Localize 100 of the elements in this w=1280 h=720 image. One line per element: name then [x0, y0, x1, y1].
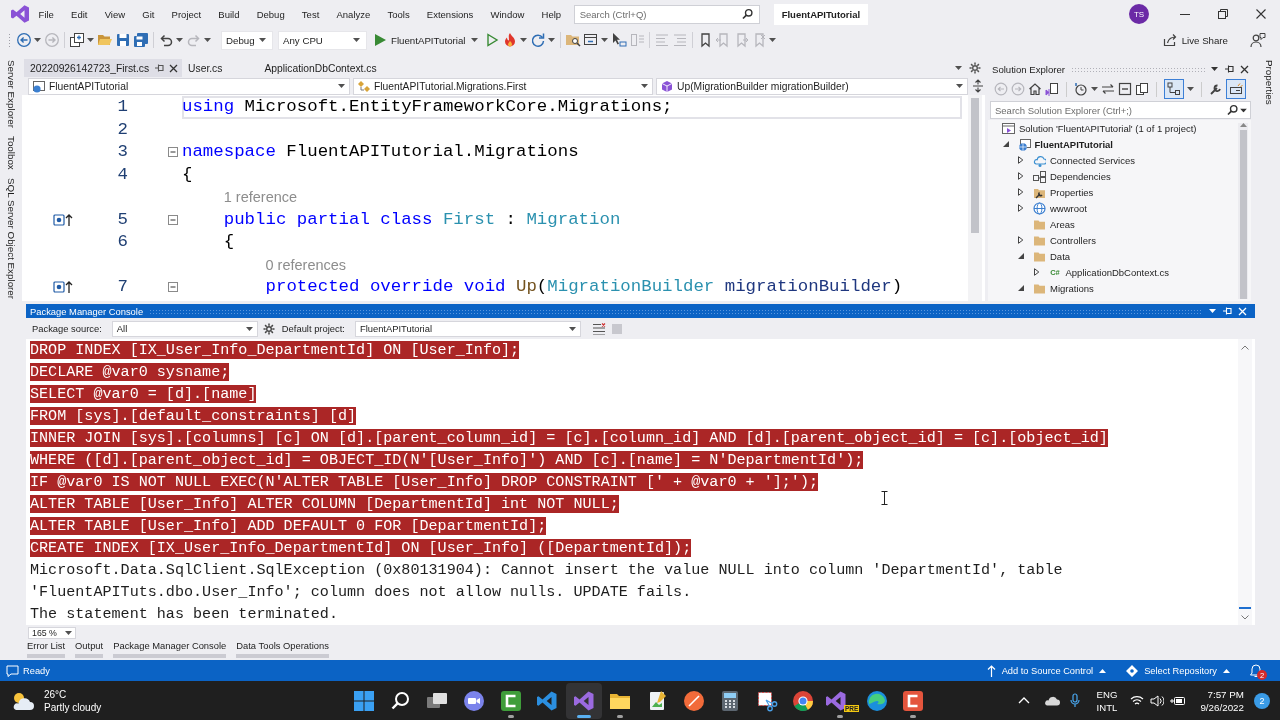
weather-condition[interactable]: Partly cloudy [44, 700, 102, 714]
weather-temperature[interactable]: 26°C [44, 687, 102, 701]
collapsed-arrow-icon[interactable] [1017, 156, 1025, 164]
tree-item[interactable]: ApplicationDbContext.cs [1065, 266, 1169, 278]
tree-item[interactable]: Areas [1050, 218, 1075, 230]
tree-item[interactable]: Connected Services [1050, 154, 1136, 166]
tool-window-tab[interactable]: Properties [1263, 60, 1275, 105]
start-button[interactable]: FluentAPITutorial [372, 30, 484, 50]
person-speech-icon[interactable] [1250, 32, 1266, 48]
caret-icon[interactable] [601, 38, 609, 42]
menu-item[interactable]: Git [133, 5, 163, 23]
clock-time[interactable]: 7:57 PM [1207, 687, 1244, 701]
menu-item[interactable]: File [30, 5, 63, 23]
caret-icon[interactable] [1091, 87, 1098, 91]
ribbon-icon[interactable] [825, 689, 847, 712]
codelens-link[interactable]: 0 references [265, 255, 347, 274]
add-to-source-control-button[interactable]: Add to Source Control [986, 664, 1107, 677]
caret-icon[interactable] [204, 38, 211, 42]
account-avatar[interactable]: TS [1129, 4, 1149, 24]
toggle-button[interactable] [1164, 79, 1184, 99]
scrollbar[interactable] [1238, 339, 1252, 625]
tree-item[interactable]: Dependencies [1050, 170, 1111, 182]
box-up-arrow-icon[interactable] [53, 212, 73, 227]
up-chevron-icon[interactable] [1241, 345, 1249, 350]
caret-icon[interactable] [176, 38, 183, 42]
collapse-icon[interactable] [168, 147, 178, 158]
tricolor-ring-icon[interactable] [792, 689, 815, 712]
copy-icon[interactable] [1135, 82, 1149, 96]
tree-item[interactable]: wwwroot [1050, 202, 1087, 214]
close-icon[interactable] [1240, 64, 1249, 74]
close-icon[interactable] [169, 63, 179, 73]
navigation-dropdown[interactable]: FluentAPITutorial.Migrations.First [353, 77, 653, 95]
platform-dropdown[interactable]: Any CPU [278, 30, 367, 50]
tree-item[interactable]: FluentAPITutorial [1034, 138, 1113, 150]
pointer-icon[interactable] [611, 32, 628, 48]
menu-item[interactable]: Tools [378, 5, 419, 23]
menu-item[interactable]: Build [209, 5, 249, 23]
tree-item[interactable]: Migrations [1050, 282, 1094, 294]
slashed-circle-icon[interactable] [682, 689, 705, 712]
scrollbar-thumb[interactable] [1239, 130, 1247, 299]
menu-item[interactable]: Window [481, 5, 533, 23]
scrollbar[interactable] [1238, 123, 1248, 299]
clear-console-icon[interactable] [591, 322, 606, 335]
home-icon[interactable] [1028, 82, 1042, 96]
window-icon[interactable] [583, 32, 600, 48]
pin-icon[interactable] [154, 63, 165, 73]
expanded-arrow-icon[interactable] [1017, 284, 1025, 292]
default-project-dropdown[interactable]: FluentAPITutorial [354, 320, 581, 337]
navigation-dropdown[interactable]: Up(MigrationBuilder migrationBuilder) [656, 77, 968, 95]
collapsed-arrow-icon[interactable] [1017, 188, 1025, 196]
menu-item[interactable]: View [96, 5, 134, 23]
tree-item[interactable]: Properties [1050, 186, 1094, 198]
undo-icon[interactable] [158, 32, 174, 48]
search-icon[interactable] [389, 689, 412, 712]
up-arrow-icon[interactable] [1239, 123, 1247, 127]
caret-icon[interactable] [520, 38, 528, 42]
document-tab[interactable]: 20220926142723_First.cs [24, 59, 183, 77]
page-switch-icon[interactable] [1045, 82, 1059, 96]
tree-item[interactable]: Data [1050, 250, 1071, 262]
bracket-tile-icon[interactable] [902, 689, 925, 712]
caret-icon[interactable] [87, 38, 94, 42]
language-indicator[interactable]: ENG [1096, 687, 1118, 701]
caret-icon[interactable] [1211, 67, 1218, 71]
keyboard-layout-indicator[interactable]: INTL [1096, 700, 1118, 714]
caret-icon[interactable] [548, 38, 556, 42]
tree-item[interactable]: Solution 'FluentAPITutorial' (1 of 1 project) [1019, 122, 1197, 134]
menu-item[interactable]: Extensions [418, 5, 482, 23]
search-field[interactable]: Search (Ctrl+Q) [573, 4, 760, 24]
select-repository-button[interactable]: Select Repository [1126, 664, 1230, 677]
wrench-icon[interactable] [1209, 82, 1223, 96]
pin-icon[interactable] [1224, 64, 1234, 74]
caret-icon[interactable] [955, 66, 962, 70]
microphone-icon[interactable] [1069, 693, 1080, 708]
box-up-arrow-icon[interactable] [53, 280, 73, 295]
sync-arrows-icon[interactable] [1101, 82, 1115, 96]
message-icon[interactable] [6, 664, 19, 677]
expanded-arrow-icon[interactable] [1017, 252, 1025, 260]
scissors-sheet-icon[interactable] [755, 689, 778, 712]
search-field[interactable]: Search Solution Explorer (Ctrl+;) [990, 101, 1251, 119]
caret-icon[interactable] [769, 38, 777, 42]
collapsed-arrow-icon[interactable] [1017, 172, 1025, 180]
back-icon[interactable] [16, 32, 32, 48]
chevron-up-icon[interactable] [1017, 697, 1030, 704]
settings-icon[interactable] [262, 322, 275, 335]
document-tab[interactable]: User.cs [182, 59, 259, 77]
new-item-icon[interactable] [69, 32, 85, 48]
configuration-dropdown[interactable]: Debug [221, 30, 273, 50]
collapse-all-icon[interactable] [1118, 82, 1132, 96]
ribbon-icon[interactable] [536, 689, 559, 712]
toggle-button[interactable] [1226, 79, 1246, 99]
package-source-dropdown[interactable]: All [111, 320, 258, 337]
clock-icon[interactable] [1074, 82, 1088, 96]
save-all-icon[interactable] [133, 32, 149, 48]
scrollbar-thumb[interactable] [971, 98, 979, 233]
menu-item[interactable]: Debug [248, 5, 294, 23]
menu-item[interactable]: Project [163, 5, 210, 23]
down-chevron-icon[interactable] [1241, 615, 1249, 620]
collapse-icon[interactable] [168, 214, 178, 225]
minimize-icon[interactable] [1180, 13, 1190, 15]
close-icon[interactable] [1256, 9, 1266, 19]
